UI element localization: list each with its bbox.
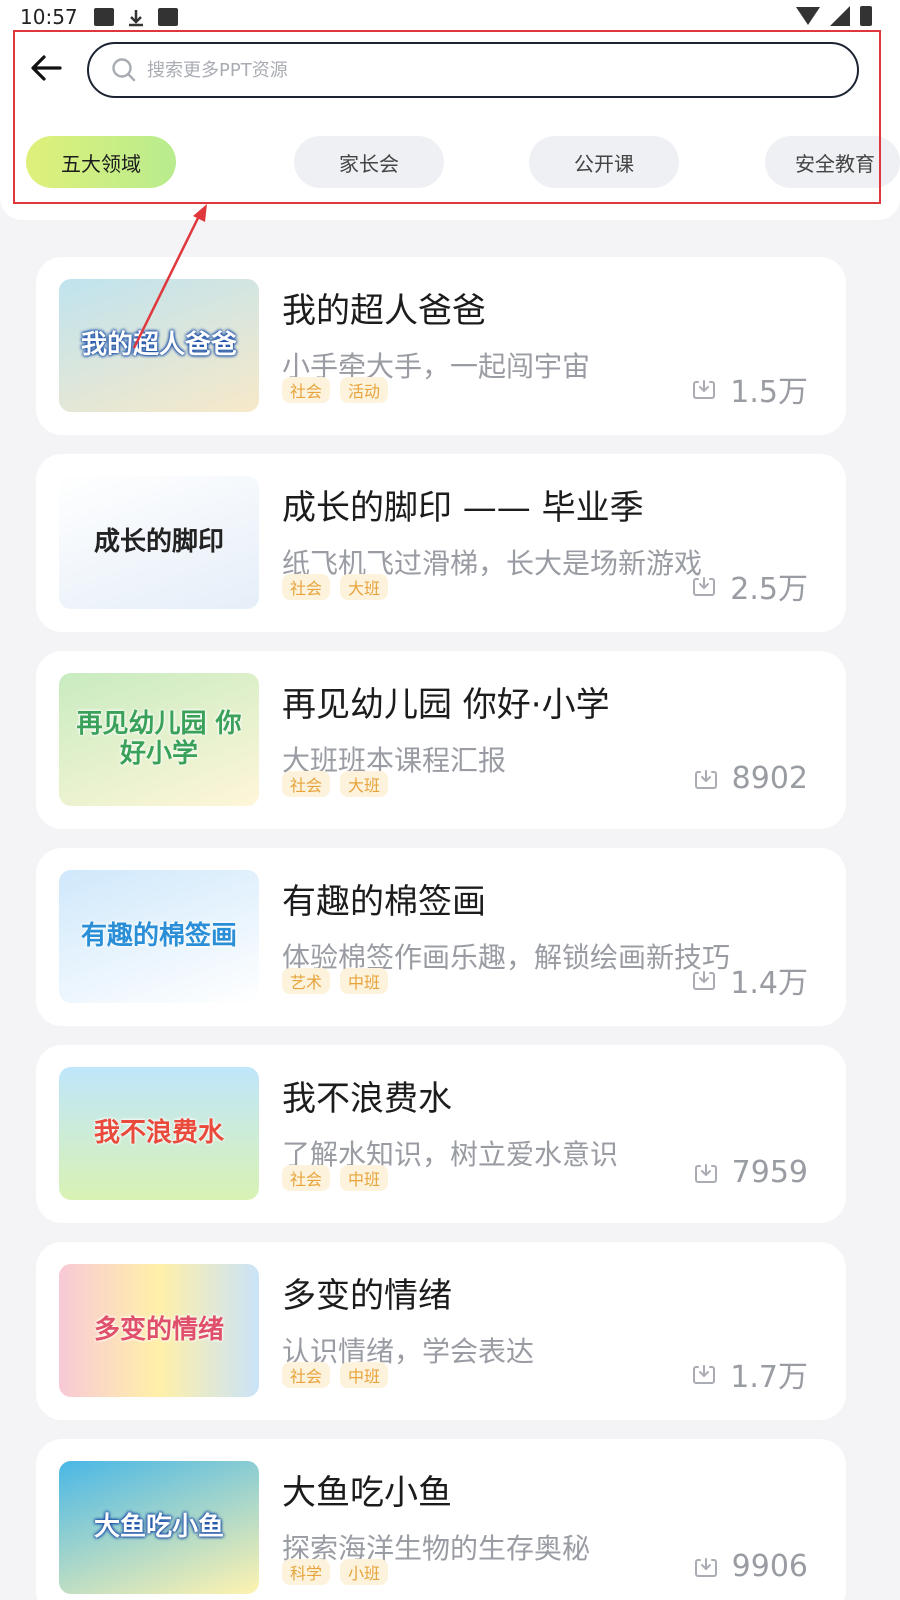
download-count: 2.5万 <box>692 564 808 608</box>
download-count-value: 2.5万 <box>730 572 808 607</box>
tab-anquan-jiaoyu[interactable]: 安全教育 <box>765 136 900 188</box>
download-icon <box>694 769 717 789</box>
thumbnail-text: 我的超人爸爸 <box>80 329 237 360</box>
tab-wuda-lingyu[interactable]: 五大领域 <box>26 136 176 188</box>
item-title: 有趣的棉签画 <box>282 882 486 922</box>
tag: 社会 <box>282 1165 331 1191</box>
back-button[interactable] <box>26 48 66 88</box>
thumbnail: 成长的脚印 <box>59 476 259 609</box>
item-title: 多变的情绪 <box>282 1276 452 1316</box>
item-title: 我的超人爸爸 <box>282 291 486 331</box>
thumbnail: 我不浪费水 <box>59 1067 259 1200</box>
download-count: 1.4万 <box>692 958 808 1002</box>
category-tabs: 五大领域 家长会 公开课 安全教育 <box>0 136 900 192</box>
tag: 中班 <box>340 1165 389 1191</box>
status-time: 10:57 <box>20 5 78 29</box>
item-title: 大鱼吃小鱼 <box>282 1473 452 1513</box>
download-icon <box>693 1365 716 1384</box>
list-item[interactable]: 大鱼吃小鱼 大鱼吃小鱼 探索海洋生物的生存奥秘 科学 小班 9906 <box>36 1439 846 1600</box>
search-input[interactable] <box>147 59 747 81</box>
list-item[interactable]: 再见幼儿园 你好小学 再见幼儿园 你好·小学 大班班本课程汇报 社会 大班 89… <box>36 651 846 829</box>
search-icon <box>112 58 136 82</box>
text-notification-icon <box>157 8 178 26</box>
tab-jiazhanghui[interactable]: 家长会 <box>294 136 444 188</box>
download-count-value: 8902 <box>731 761 808 796</box>
download-icon <box>694 1163 717 1183</box>
item-title: 再见幼儿园 你好·小学 <box>282 685 610 725</box>
tag: 大班 <box>340 771 389 797</box>
thumbnail: 大鱼吃小鱼 <box>59 1461 259 1594</box>
status-indicators <box>796 6 872 26</box>
tag: 大班 <box>340 574 389 600</box>
download-count-value: 1.7万 <box>730 1360 808 1395</box>
signal-icon <box>830 6 850 26</box>
tag: 社会 <box>282 377 331 403</box>
item-tags: 社会 中班 <box>282 1362 389 1388</box>
download-count: 9906 <box>694 1549 808 1584</box>
item-title: 成长的脚印 —— 毕业季 <box>282 488 644 528</box>
tag: 社会 <box>282 1362 331 1388</box>
download-count-value: 9906 <box>731 1549 808 1584</box>
item-tags: 科学 小班 <box>282 1559 389 1585</box>
download-notification-icon <box>126 8 146 27</box>
thumbnail: 再见幼儿园 你好小学 <box>59 673 259 806</box>
header: 五大领域 家长会 公开课 安全教育 <box>0 34 900 220</box>
tag: 中班 <box>340 1362 389 1388</box>
thumbnail-text: 成长的脚印 <box>93 526 224 557</box>
tag: 中班 <box>340 968 389 994</box>
image-notification-icon <box>93 8 114 26</box>
tab-gongkaike[interactable]: 公开课 <box>529 136 679 188</box>
thumbnail: 有趣的棉签画 <box>59 870 259 1003</box>
item-tags: 社会 中班 <box>282 1165 389 1191</box>
back-arrow-icon <box>31 55 62 81</box>
download-count-value: 1.5万 <box>730 375 808 410</box>
tag: 小班 <box>340 1559 389 1585</box>
tag: 活动 <box>340 377 389 403</box>
tag: 艺术 <box>282 968 331 994</box>
download-icon <box>694 1557 717 1577</box>
status-bar: 10:57 <box>0 0 900 34</box>
thumbnail-text: 我不浪费水 <box>93 1117 224 1148</box>
tag: 科学 <box>282 1559 331 1585</box>
item-tags: 社会 大班 <box>282 771 389 797</box>
download-count: 1.7万 <box>692 1352 808 1396</box>
wifi-icon <box>796 7 820 25</box>
download-count-value: 7959 <box>731 1155 808 1190</box>
thumbnail-text: 大鱼吃小鱼 <box>93 1511 224 1542</box>
thumbnail-text: 多变的情绪 <box>93 1314 224 1345</box>
battery-icon <box>860 6 872 26</box>
tag: 社会 <box>282 771 331 797</box>
thumbnail: 我的超人爸爸 <box>59 279 259 412</box>
item-tags: 社会 活动 <box>282 377 389 403</box>
download-icon <box>693 577 716 596</box>
download-count-value: 1.4万 <box>730 966 808 1001</box>
list-item[interactable]: 多变的情绪 多变的情绪 认识情绪，学会表达 社会 中班 1.7万 <box>36 1242 846 1420</box>
download-icon <box>693 971 716 990</box>
download-count: 8902 <box>694 761 808 796</box>
item-tags: 社会 大班 <box>282 574 389 600</box>
download-icon <box>693 380 716 399</box>
thumbnail: 多变的情绪 <box>59 1264 259 1397</box>
item-tags: 艺术 中班 <box>282 968 389 994</box>
list-item[interactable]: 有趣的棉签画 有趣的棉签画 体验棉签作画乐趣，解锁绘画新技巧 艺术 中班 1.4… <box>36 848 846 1026</box>
download-count: 1.5万 <box>692 367 808 411</box>
thumbnail-text: 再见幼儿园 你好小学 <box>76 708 242 769</box>
item-title: 我不浪费水 <box>282 1079 452 1119</box>
thumbnail-text: 有趣的棉签画 <box>80 920 237 951</box>
download-count: 7959 <box>694 1155 808 1190</box>
list-item[interactable]: 成长的脚印 成长的脚印 —— 毕业季 纸飞机飞过滑梯，长大是场新游戏 社会 大班… <box>36 454 846 632</box>
list-item[interactable]: 我不浪费水 我不浪费水 了解水知识，树立爱水意识 社会 中班 7959 <box>36 1045 846 1223</box>
search-box[interactable] <box>87 42 859 98</box>
tag: 社会 <box>282 574 331 600</box>
list-item[interactable]: 我的超人爸爸 我的超人爸爸 小手牵大手，一起闯宇宙 社会 活动 1.5万 <box>36 257 846 435</box>
